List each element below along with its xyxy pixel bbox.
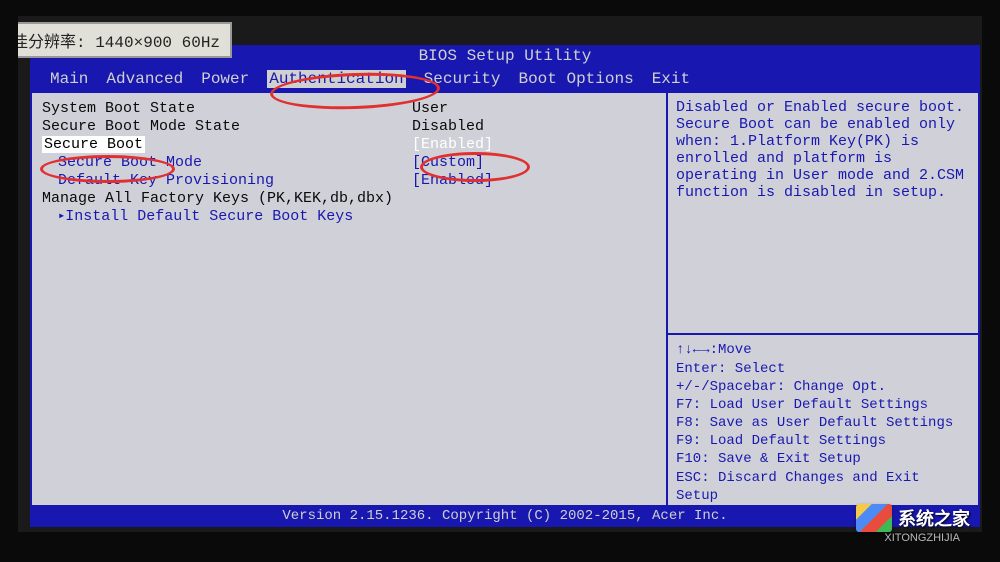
bios-screen: BIOS Setup Utility Main Advanced Power A… bbox=[30, 45, 980, 527]
menu-authentication[interactable]: Authentication bbox=[267, 70, 405, 88]
menu-boot-options[interactable]: Boot Options bbox=[518, 70, 633, 88]
help-pane: Disabled or Enabled secure boot.Secure B… bbox=[668, 93, 978, 511]
windows-logo-icon bbox=[856, 504, 892, 532]
bios-menu-bar: Main Advanced Power Authentication Secur… bbox=[30, 67, 980, 91]
help-text: Disabled or Enabled secure boot.Secure B… bbox=[668, 93, 978, 335]
menu-exit[interactable]: Exit bbox=[652, 70, 690, 88]
setting-default-key-provisioning[interactable]: Default Key Provisioning [Enabled] bbox=[42, 172, 656, 189]
setting-label: System Boot State bbox=[42, 100, 412, 117]
key-hint: Enter: Select bbox=[676, 360, 970, 378]
key-help: ↑↓←→:Move Enter: Select +/-/Spacebar: Ch… bbox=[668, 335, 978, 511]
setting-install-default-keys[interactable]: Install Default Secure Boot Keys bbox=[42, 208, 656, 225]
key-hint: F7: Load User Default Settings bbox=[676, 396, 970, 414]
key-hint: +/-/Spacebar: Change Opt. bbox=[676, 378, 970, 396]
setting-value: User bbox=[412, 100, 448, 117]
key-hint: ESC: Discard Changes and Exit Setup bbox=[676, 469, 970, 505]
menu-main[interactable]: Main bbox=[50, 70, 88, 88]
menu-security[interactable]: Security bbox=[424, 70, 501, 88]
setting-label: Secure Boot Mode bbox=[58, 154, 412, 171]
watermark-subtext: XITONGZHIJIA bbox=[884, 532, 960, 544]
setting-system-boot-state: System Boot State User bbox=[42, 100, 656, 117]
key-hint: ↑↓←→:Move bbox=[676, 341, 970, 359]
monitor-osd-resolution: 佳分辨率: 1440×900 60Hz bbox=[0, 22, 232, 58]
menu-power[interactable]: Power bbox=[201, 70, 249, 88]
setting-label: Default Key Provisioning bbox=[58, 172, 412, 189]
watermark-text: 系统之家 bbox=[898, 505, 970, 531]
setting-label: Secure Boot bbox=[42, 136, 145, 153]
setting-manage-factory-keys[interactable]: Manage All Factory Keys (PK,KEK,db,dbx) bbox=[42, 190, 656, 207]
key-hint: F8: Save as User Default Settings bbox=[676, 414, 970, 432]
menu-advanced[interactable]: Advanced bbox=[106, 70, 183, 88]
setting-value: [Enabled] bbox=[412, 136, 493, 153]
settings-pane: System Boot State User Secure Boot Mode … bbox=[32, 93, 668, 511]
setting-secure-boot-mode[interactable]: Secure Boot Mode [Custom] bbox=[42, 154, 656, 171]
key-hint: F10: Save & Exit Setup bbox=[676, 450, 970, 468]
setting-label: Install Default Secure Boot Keys bbox=[65, 208, 353, 225]
setting-value: Disabled bbox=[412, 118, 484, 135]
setting-value: [Custom] bbox=[412, 154, 484, 171]
bios-footer: Version 2.15.1236. Copyright (C) 2002-20… bbox=[30, 505, 980, 527]
setting-secure-boot[interactable]: Secure Boot [Enabled] bbox=[42, 136, 656, 153]
watermark: 系统之家 bbox=[856, 504, 970, 532]
key-hint: F9: Load Default Settings bbox=[676, 432, 970, 450]
setting-label: Secure Boot Mode State bbox=[42, 118, 412, 135]
setting-value: [Enabled] bbox=[412, 172, 493, 189]
setting-secure-boot-mode-state: Secure Boot Mode State Disabled bbox=[42, 118, 656, 135]
setting-label: Manage All Factory Keys (PK,KEK,db,dbx) bbox=[42, 190, 393, 207]
